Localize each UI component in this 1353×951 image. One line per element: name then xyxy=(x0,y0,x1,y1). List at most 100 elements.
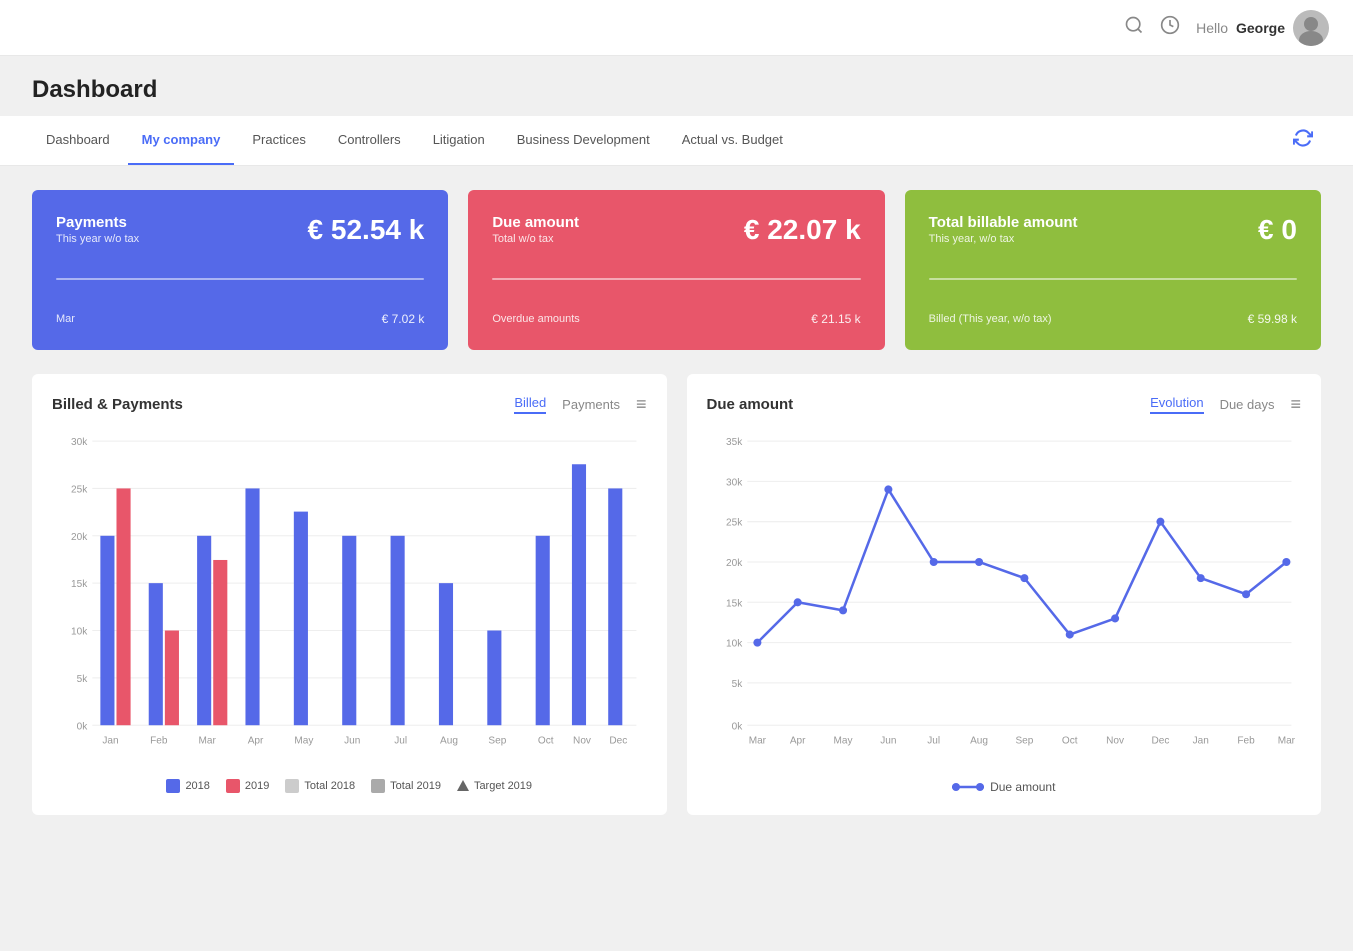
svg-text:Sep: Sep xyxy=(1015,735,1033,746)
chart-tab-due-days[interactable]: Due days xyxy=(1220,397,1275,412)
due-amount-sublabel: Total w/o tax xyxy=(492,233,579,245)
svg-text:Dec: Dec xyxy=(609,735,627,746)
svg-text:Jan: Jan xyxy=(102,735,118,746)
payments-label: Payments xyxy=(56,214,139,231)
payments-bottom-value: € 7.02 k xyxy=(382,312,425,326)
svg-text:Oct: Oct xyxy=(1061,735,1077,746)
chart-menu-icon[interactable]: ≡ xyxy=(636,394,647,415)
billed-chart-title: Billed & Payments xyxy=(52,396,183,413)
tabs-bar: Dashboard My company Practices Controlle… xyxy=(0,116,1353,166)
tab-my-company[interactable]: My company xyxy=(128,116,235,165)
svg-text:0k: 0k xyxy=(731,721,743,732)
svg-text:Jul: Jul xyxy=(394,735,407,746)
card-bottom: Mar € 7.02 k xyxy=(56,312,424,326)
card-labels: Due amount Total w/o tax xyxy=(492,214,579,245)
payments-value: € 52.54 k xyxy=(308,214,425,246)
svg-text:Jun: Jun xyxy=(880,735,896,746)
svg-text:25k: 25k xyxy=(726,518,743,529)
chart-tab-payments[interactable]: Payments xyxy=(562,397,620,412)
charts-row: Billed & Payments Billed Payments ≡ xyxy=(0,374,1353,839)
billable-bottom-label: Billed (This year, w/o tax) xyxy=(929,313,1052,325)
legend-label-2018: 2018 xyxy=(185,780,209,792)
refresh-button[interactable] xyxy=(1285,120,1321,161)
tab-business-development[interactable]: Business Development xyxy=(503,116,664,165)
due-amount-legend-icon xyxy=(952,779,984,795)
due-amount-bottom-value: € 21.15 k xyxy=(811,312,860,326)
legend-total-2018: Total 2018 xyxy=(285,779,355,793)
dot-aug xyxy=(975,558,983,566)
tab-actual-vs-budget[interactable]: Actual vs. Budget xyxy=(668,116,797,165)
legend-2018: 2018 xyxy=(166,779,209,793)
dot-apr xyxy=(793,598,801,606)
clock-icon[interactable] xyxy=(1160,15,1180,40)
card-top: Due amount Total w/o tax € 22.07 k xyxy=(492,214,860,246)
header: Hello George xyxy=(0,0,1353,56)
billed-chart-tabs: Billed Payments xyxy=(514,395,620,414)
dot-oct xyxy=(1065,631,1073,639)
tab-controllers[interactable]: Controllers xyxy=(324,116,415,165)
dot-mar-end xyxy=(1282,558,1290,566)
legend-label-2019: 2019 xyxy=(245,780,269,792)
svg-text:Mar: Mar xyxy=(1277,735,1295,746)
due-amount-line xyxy=(757,489,1286,642)
svg-text:May: May xyxy=(294,735,314,746)
tab-litigation[interactable]: Litigation xyxy=(419,116,499,165)
dot-mar-start xyxy=(753,639,761,647)
svg-text:Jan: Jan xyxy=(1192,735,1208,746)
card-bottom: Billed (This year, w/o tax) € 59.98 k xyxy=(929,312,1297,326)
card-labels: Payments This year w/o tax xyxy=(56,214,139,245)
due-amount-label: Due amount xyxy=(492,214,579,231)
avatar xyxy=(1293,10,1329,46)
svg-text:Mar: Mar xyxy=(199,735,217,746)
dot-dec xyxy=(1156,518,1164,526)
svg-text:0k: 0k xyxy=(77,721,89,732)
card-divider xyxy=(929,278,1297,280)
card-divider xyxy=(56,278,424,280)
billable-label: Total billable amount xyxy=(929,214,1078,231)
billable-value: € 0 xyxy=(1258,214,1297,246)
svg-text:Apr: Apr xyxy=(789,735,805,746)
page-title-bar: Dashboard xyxy=(0,56,1353,116)
search-icon[interactable] xyxy=(1124,15,1144,40)
line-chart-svg: 35k 30k 25k 20k 15k 10k 5k 0k xyxy=(707,431,1302,764)
line-chart-legend: Due amount xyxy=(707,779,1302,795)
legend-box-total-2019 xyxy=(371,779,385,793)
svg-text:Sep: Sep xyxy=(488,735,506,746)
card-top: Total billable amount This year, w/o tax… xyxy=(929,214,1297,246)
chart-tab-evolution[interactable]: Evolution xyxy=(1150,395,1203,414)
due-chart-title: Due amount xyxy=(707,396,794,413)
svg-text:10k: 10k xyxy=(726,639,743,650)
payments-card: Payments This year w/o tax € 52.54 k Mar… xyxy=(32,190,448,350)
dot-may xyxy=(838,606,846,614)
billed-payments-chart-card: Billed & Payments Billed Payments ≡ xyxy=(32,374,667,815)
tab-dashboard[interactable]: Dashboard xyxy=(32,116,124,165)
svg-text:30k: 30k xyxy=(71,437,88,448)
due-chart-tabs: Evolution Due days xyxy=(1150,395,1274,414)
due-amount-value: € 22.07 k xyxy=(744,214,861,246)
svg-text:5k: 5k xyxy=(731,679,743,690)
page-title: Dashboard xyxy=(32,76,1321,104)
hello-text: Hello xyxy=(1196,20,1228,36)
card-bottom: Overdue amounts € 21.15 k xyxy=(492,312,860,326)
bar-chart-area: 30k 25k 20k 15k 10k 5k 0k xyxy=(52,431,647,767)
svg-text:Aug: Aug xyxy=(970,735,988,746)
due-amount-chart-card: Due amount Evolution Due days ≡ xyxy=(687,374,1322,815)
tab-practices[interactable]: Practices xyxy=(238,116,319,165)
billable-sublabel: This year, w/o tax xyxy=(929,233,1078,245)
svg-text:15k: 15k xyxy=(726,598,743,609)
due-amount-card: Due amount Total w/o tax € 22.07 k Overd… xyxy=(468,190,884,350)
dot-jan xyxy=(1196,574,1204,582)
dot-jul xyxy=(929,558,937,566)
bar-chart-svg: 30k 25k 20k 15k 10k 5k 0k xyxy=(52,431,647,764)
svg-text:Nov: Nov xyxy=(1106,735,1124,746)
payments-bottom-label: Mar xyxy=(56,313,75,325)
chart-tab-billed[interactable]: Billed xyxy=(514,395,546,414)
due-amount-legend-label: Due amount xyxy=(990,780,1055,794)
legend-label-target-2019: Target 2019 xyxy=(474,780,532,792)
chart-header: Billed & Payments Billed Payments ≡ xyxy=(52,394,647,415)
svg-text:Mar: Mar xyxy=(748,735,766,746)
due-chart-menu-icon[interactable]: ≡ xyxy=(1290,394,1301,415)
svg-text:Oct: Oct xyxy=(538,735,554,746)
svg-text:20k: 20k xyxy=(71,532,88,543)
cards-row: Payments This year w/o tax € 52.54 k Mar… xyxy=(0,166,1353,374)
